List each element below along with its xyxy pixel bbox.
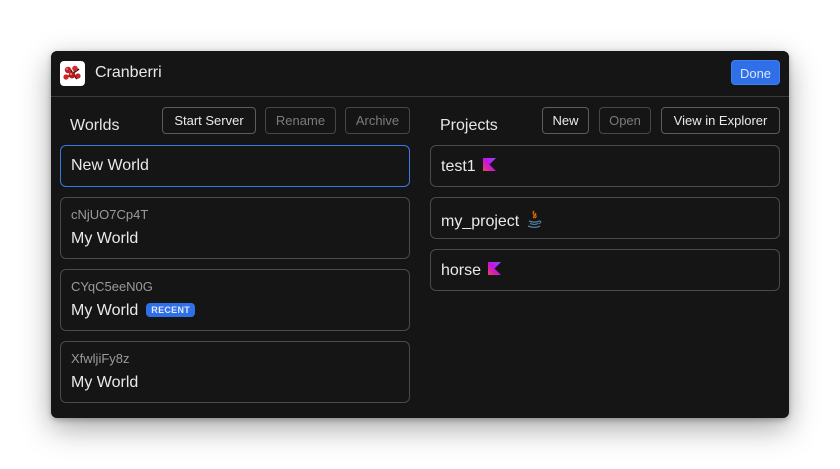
app-title: Cranberri [95,64,162,81]
world-name: My World [71,230,139,247]
world-id: cNjUO7Cp4T [71,207,149,222]
projects-heading: Projects [440,117,498,134]
project-name: test1 [441,158,476,175]
world-id: CYqC5eeN0G [71,279,153,294]
project-row: test1 [441,158,496,176]
new-world-card[interactable]: New World [60,145,410,187]
launcher-window: Cranberri Done Worlds Start Server Renam… [51,51,789,418]
java-icon [526,210,542,234]
project-card[interactable]: horse [430,249,780,291]
world-id: XfwljiFy8z [71,351,130,366]
recent-badge: RECENT [146,303,196,317]
world-name: My World [71,374,139,391]
title-bar: Cranberri Done [51,51,789,97]
kotlin-icon [488,262,502,280]
world-card[interactable]: CYqC5eeN0G My World RECENT [60,269,410,331]
archive-button[interactable]: Archive [345,107,410,134]
project-name: my_project [441,213,520,230]
world-name-row: My World RECENT [71,302,196,320]
rename-button[interactable]: Rename [265,107,336,134]
kotlin-icon [482,158,496,176]
project-card[interactable]: test1 [430,145,780,187]
new-project-button[interactable]: New [542,107,589,134]
open-project-button[interactable]: Open [599,107,651,134]
cranberry-logo-icon [60,61,85,86]
start-server-button[interactable]: Start Server [162,107,256,134]
project-row: horse [441,262,502,280]
world-name: My World [71,302,139,319]
done-button[interactable]: Done [731,60,780,85]
world-card[interactable]: cNjUO7Cp4T My World [60,197,410,259]
world-card[interactable]: XfwljiFy8z My World [60,341,410,403]
project-row: my_project [441,210,542,234]
worlds-heading: Worlds [70,117,120,134]
project-card[interactable]: my_project [430,197,780,239]
project-name: horse [441,262,482,279]
new-world-label: New World [71,157,149,174]
view-in-explorer-button[interactable]: View in Explorer [661,107,780,134]
